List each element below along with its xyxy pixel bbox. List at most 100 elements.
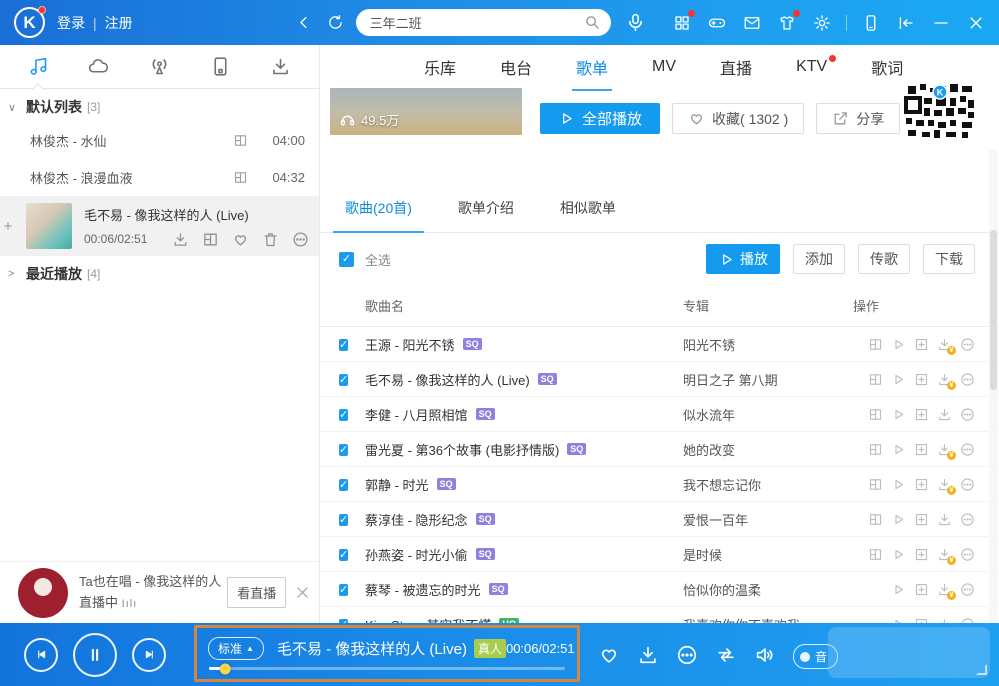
mv-icon[interactable] (868, 477, 883, 492)
nav-tab-歌词[interactable]: 歌词 (871, 45, 903, 91)
radio-tab-icon[interactable] (144, 52, 174, 82)
quality-selector[interactable]: 标准 ▲ (208, 637, 264, 660)
watch-live-button[interactable]: 看直播 (227, 577, 286, 608)
search-input[interactable] (370, 15, 584, 30)
row-checkbox[interactable]: ✓ (339, 514, 348, 526)
mv-icon[interactable] (233, 170, 248, 185)
more-icon[interactable] (960, 477, 975, 492)
add-icon[interactable] (914, 407, 929, 422)
heart-icon[interactable] (598, 644, 620, 666)
play-icon[interactable] (891, 582, 906, 597)
song-table-row[interactable]: ✓ KingStar - 其实我不懂 HQ 我喜欢你你不喜欢我 (320, 607, 999, 623)
download-icon[interactable]: ¥ (937, 442, 952, 457)
cloud-tab-icon[interactable] (84, 52, 114, 82)
download-icon[interactable]: ¥ (937, 372, 952, 387)
add-icon[interactable] (914, 372, 929, 387)
add-icon[interactable] (914, 442, 929, 457)
song-table-row[interactable]: ✓ 郭静 - 时光 SQ 我不想忘记你 ¥ (320, 467, 999, 502)
song-table-row[interactable]: ✓ 孙燕姿 - 时光小偷 SQ 是时候 ¥ (320, 537, 999, 572)
play-icon[interactable] (891, 547, 906, 562)
row-checkbox[interactable]: ✓ (339, 584, 348, 596)
delete-icon[interactable] (262, 231, 279, 248)
mv-icon[interactable] (233, 133, 248, 148)
more-icon[interactable] (960, 337, 975, 352)
mini-mode-icon[interactable] (895, 12, 917, 34)
more-icon[interactable] (960, 582, 975, 597)
song-table-row[interactable]: ✓ 毛不易 - 像我这样的人 (Live) SQ 明日之子 第八期 ¥ (320, 362, 999, 397)
play-icon[interactable] (891, 512, 906, 527)
add-icon[interactable] (914, 477, 929, 492)
minimize-icon[interactable] (930, 12, 952, 34)
repeat-icon[interactable] (715, 644, 737, 666)
volume-icon[interactable] (754, 644, 776, 666)
sidebar-song-row[interactable]: 林俊杰 - 浪漫血液 04:32 (0, 159, 319, 196)
row-checkbox[interactable]: ✓ (339, 549, 348, 561)
mv-icon[interactable] (868, 547, 883, 562)
scrollbar-track[interactable] (989, 150, 998, 623)
recent-list-header[interactable]: > 最近播放 [4] (0, 259, 319, 289)
playlist-cover[interactable]: 49.5万 (330, 88, 522, 135)
next-button[interactable] (132, 638, 166, 672)
download-tray-icon[interactable] (637, 644, 659, 666)
song-table-row[interactable]: ✓ 雷光夏 - 第36个故事 (电影抒情版) SQ 她的改变 ¥ (320, 432, 999, 467)
add-icon[interactable] (914, 337, 929, 352)
progress-knob[interactable] (220, 663, 231, 674)
song-table-row[interactable]: ✓ 蔡淳佳 - 隐形纪念 SQ 爱恨一百年 (320, 502, 999, 537)
download-icon[interactable] (172, 231, 189, 248)
listen-recognize-icon[interactable] (625, 12, 646, 33)
more-circle-icon[interactable] (676, 644, 698, 666)
add-icon[interactable] (914, 582, 929, 597)
share-button[interactable]: 分享 (816, 103, 900, 134)
mv-icon[interactable] (868, 407, 883, 422)
nav-tab-KTV[interactable]: KTV (796, 47, 827, 88)
download-icon[interactable] (937, 407, 952, 422)
live-streamer-avatar[interactable] (18, 568, 68, 618)
download-icon[interactable]: ¥ (937, 582, 952, 597)
more-icon[interactable] (960, 442, 975, 457)
row-checkbox[interactable]: ✓ (339, 409, 348, 421)
favorite-button[interactable]: 收藏( 1302 ) (672, 103, 804, 134)
content-tab[interactable]: 歌曲(20首) (345, 198, 412, 232)
row-checkbox[interactable]: ✓ (339, 339, 348, 351)
play-icon[interactable] (891, 407, 906, 422)
player-song-title[interactable]: 毛不易 - 像我这样的人 (Live) (277, 638, 467, 659)
content-tab[interactable]: 歌单介绍 (458, 198, 514, 232)
mail-icon[interactable] (741, 12, 763, 34)
download-icon[interactable] (937, 512, 952, 527)
add-button[interactable]: 添加 (793, 244, 845, 274)
back-button[interactable] (296, 14, 313, 31)
pause-button[interactable] (73, 633, 117, 677)
nav-tab-歌单[interactable]: 歌单 (576, 45, 608, 91)
play-icon[interactable] (891, 372, 906, 387)
search-box[interactable] (356, 9, 611, 36)
search-icon[interactable] (584, 14, 601, 31)
play-icon[interactable] (891, 442, 906, 457)
nav-tab-直播[interactable]: 直播 (720, 45, 752, 91)
more-icon[interactable] (960, 547, 975, 562)
song-table-row[interactable]: ✓ 蔡琴 - 被遗忘的时光 SQ 恰似你的温柔 ¥ (320, 572, 999, 607)
progress-bar[interactable] (209, 667, 565, 670)
phone-icon[interactable] (860, 12, 882, 34)
row-checkbox[interactable]: ✓ (339, 479, 348, 491)
more-icon[interactable] (960, 407, 975, 422)
tshirt-icon[interactable] (776, 12, 798, 34)
download-icon[interactable]: ¥ (937, 477, 952, 492)
add-icon[interactable] (914, 547, 929, 562)
mv-icon[interactable] (868, 337, 883, 352)
close-icon[interactable] (965, 12, 987, 34)
upload-song-button[interactable]: 传歌 (858, 244, 910, 274)
download-button[interactable]: 下载 (923, 244, 975, 274)
download-icon[interactable]: ¥ (937, 337, 952, 352)
more-icon[interactable] (960, 372, 975, 387)
more-icon[interactable] (292, 231, 309, 248)
login-link[interactable]: 登录 (57, 13, 85, 33)
mv-icon[interactable] (202, 231, 219, 248)
close-promo-icon[interactable] (294, 584, 311, 601)
gamepad-icon[interactable] (706, 12, 728, 34)
row-checkbox[interactable]: ✓ (339, 444, 348, 456)
local-music-tab-icon[interactable] (23, 52, 53, 82)
default-list-header[interactable]: ∨ 默认列表 [3] (0, 92, 319, 122)
previous-button[interactable] (24, 638, 58, 672)
nav-tab-MV[interactable]: MV (652, 47, 676, 88)
play-icon[interactable] (891, 337, 906, 352)
